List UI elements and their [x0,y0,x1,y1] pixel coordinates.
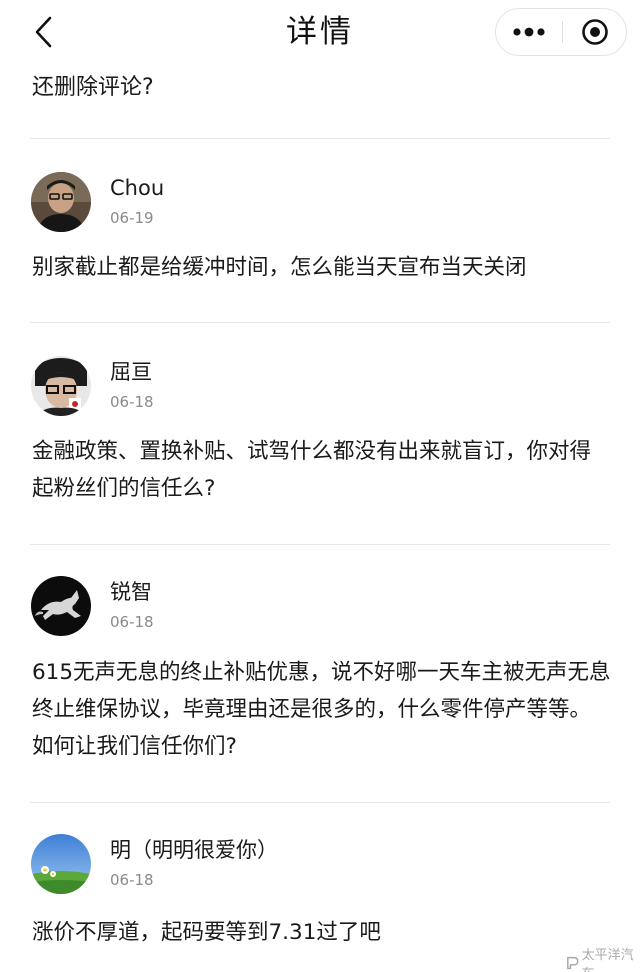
avatar[interactable] [31,834,91,894]
logo-icon [567,956,579,970]
comment-date: 06-18 [110,393,154,411]
more-button[interactable] [496,9,562,55]
watermark: 太平洋汽车 [566,944,640,972]
comment-date: 06-18 [110,613,154,631]
comment-nickname: Chou [110,176,165,200]
nav-bar: 详情 [0,0,640,64]
divider [30,138,610,139]
comment-text: 615无声无息的终止补贴优惠，说不好哪一天车主被无声无息终止维保协议，毕竟理由还… [32,660,611,759]
detail-page: 详情 还删除评论? Chou 06-19 别家截止都是给缓冲时间，怎么能当天宣布… [0,0,640,972]
avatar[interactable] [31,576,91,636]
target-close-icon [582,19,608,45]
comment-nickname: 锐智 [110,580,152,604]
comment-text: 别家截止都是给缓冲时间，怎么能当天宣布当天关闭 [32,255,527,280]
divider [30,802,610,803]
divider [30,322,610,323]
comment-nickname: 明（明明很爱你） [110,838,278,862]
comment-text: 涨价不厚道，起码要等到7.31过了吧 [32,920,381,945]
divider [30,544,610,545]
more-dots-icon [513,27,545,37]
avatar[interactable] [31,172,91,232]
close-button[interactable] [563,9,627,55]
mini-program-capsule [495,8,627,56]
comment-nickname: 屈亘 [110,360,152,384]
comment-date: 06-18 [110,871,154,889]
comment-text: 还删除评论? [32,75,154,100]
avatar[interactable] [31,356,91,416]
watermark-text: 太平洋汽车 [581,948,634,972]
comment-date: 06-19 [110,209,154,227]
comment-text: 金融政策、置换补贴、试驾什么都没有出来就盲订，你对得起粉丝们的信任么? [32,439,592,501]
